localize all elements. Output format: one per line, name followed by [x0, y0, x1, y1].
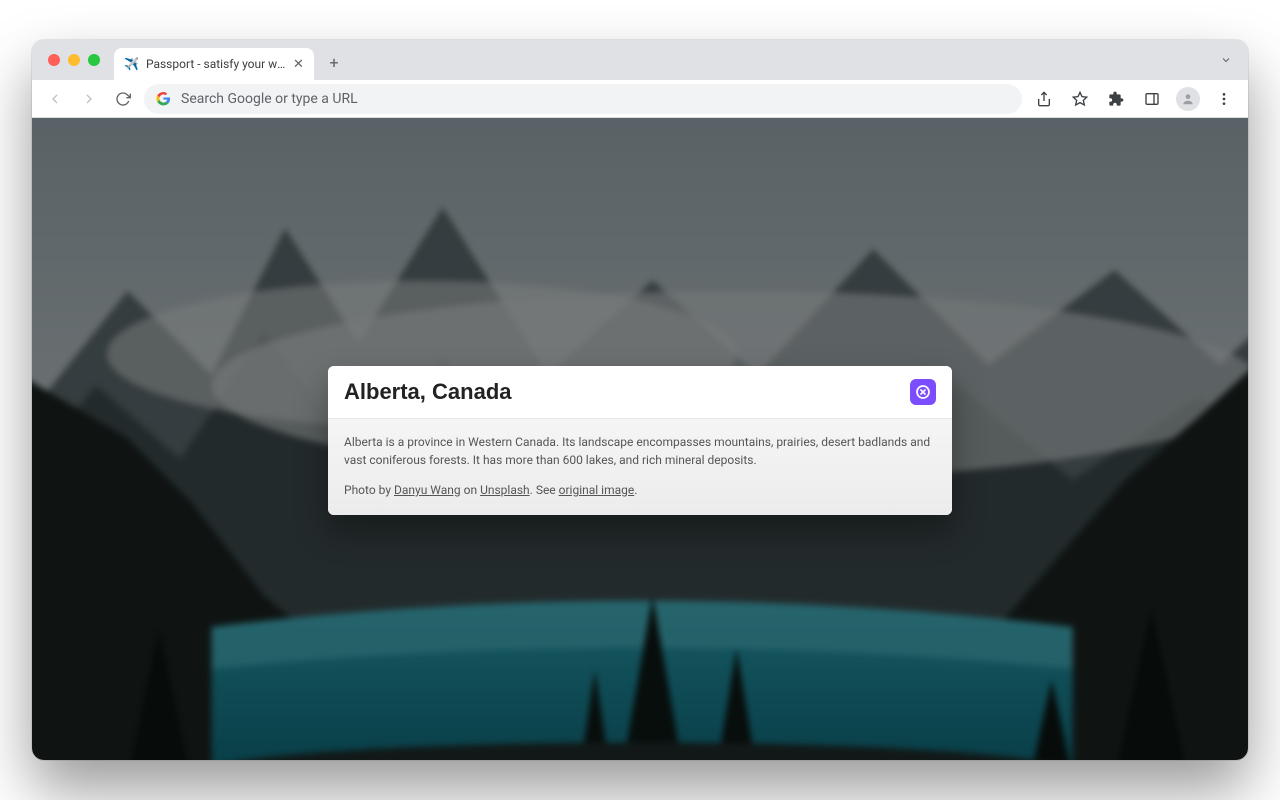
- close-icon: [915, 384, 931, 400]
- tab-strip: ✈️ Passport - satisfy your wander ✕ +: [32, 40, 1248, 80]
- credit-site-link[interactable]: Unsplash: [480, 483, 530, 497]
- browser-toolbar: Search Google or type a URL: [32, 80, 1248, 118]
- new-tab-button[interactable]: +: [320, 48, 348, 76]
- page-content: Marketing plan Today's Intention Alberta…: [32, 118, 1248, 760]
- profile-button[interactable]: [1174, 85, 1202, 113]
- bookmark-button[interactable]: [1066, 85, 1094, 113]
- menu-button[interactable]: [1210, 85, 1238, 113]
- share-button[interactable]: [1030, 85, 1058, 113]
- modal-title: Alberta, Canada: [344, 379, 512, 405]
- close-window-button[interactable]: [48, 54, 60, 66]
- back-button[interactable]: [42, 86, 68, 112]
- side-panel-button[interactable]: [1138, 85, 1166, 113]
- location-info-modal: Alberta, Canada Alberta is a province in…: [328, 366, 952, 515]
- tabs-menu-button[interactable]: [1212, 46, 1240, 74]
- close-modal-button[interactable]: [910, 379, 936, 405]
- avatar-icon: [1176, 87, 1200, 111]
- photo-credit: Photo by Danyu Wang on Unsplash. See ori…: [344, 481, 936, 499]
- original-image-link[interactable]: original image: [559, 483, 635, 497]
- zoom-window-button[interactable]: [88, 54, 100, 66]
- extensions-button[interactable]: [1102, 85, 1130, 113]
- minimize-window-button[interactable]: [68, 54, 80, 66]
- modal-header: Alberta, Canada: [328, 366, 952, 418]
- reload-button[interactable]: [110, 86, 136, 112]
- airplane-icon: ✈️: [124, 57, 139, 71]
- credit-author-link[interactable]: Danyu Wang: [394, 483, 461, 497]
- window-controls: [48, 54, 100, 66]
- address-bar[interactable]: Search Google or type a URL: [144, 84, 1022, 114]
- close-tab-button[interactable]: ✕: [293, 57, 304, 72]
- omnibox-placeholder: Search Google or type a URL: [181, 91, 358, 107]
- browser-tab[interactable]: ✈️ Passport - satisfy your wander ✕: [114, 48, 314, 80]
- location-description: Alberta is a province in Western Canada.…: [344, 433, 936, 469]
- forward-button[interactable]: [76, 86, 102, 112]
- modal-body: Alberta is a province in Western Canada.…: [328, 418, 952, 515]
- google-icon: [156, 91, 171, 106]
- tab-title: Passport - satisfy your wander: [146, 57, 286, 71]
- browser-window: ✈️ Passport - satisfy your wander ✕ +: [32, 40, 1248, 760]
